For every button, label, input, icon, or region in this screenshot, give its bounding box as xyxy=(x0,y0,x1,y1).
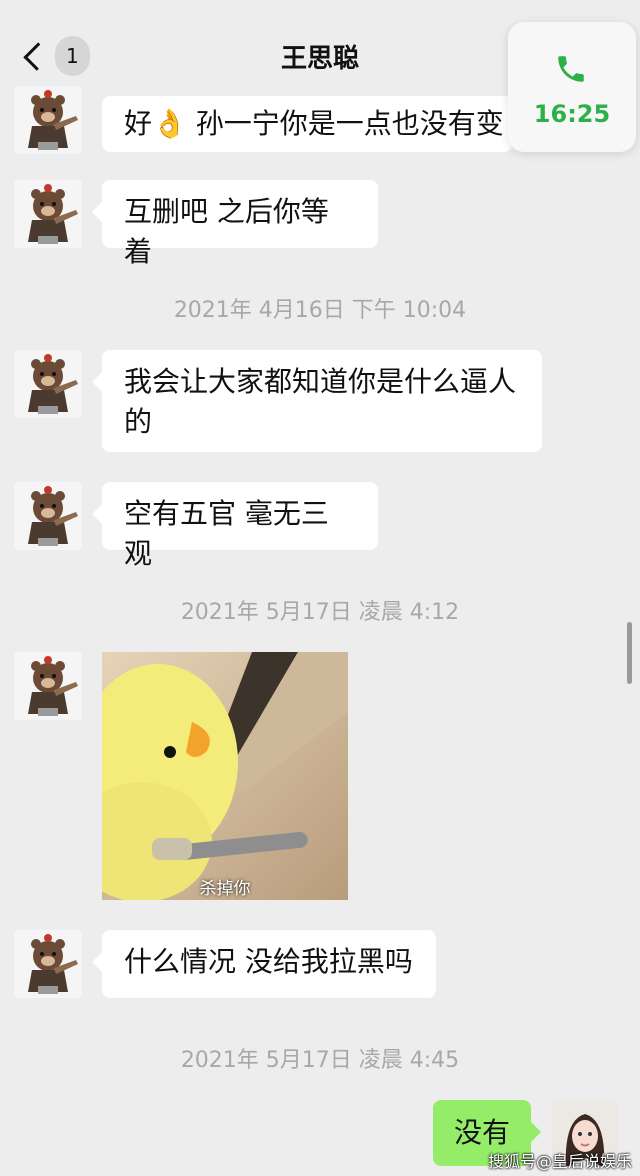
bear-avatar-icon xyxy=(14,482,82,550)
duck-with-knife-sticker xyxy=(102,652,348,900)
contact-avatar[interactable] xyxy=(14,930,82,998)
contact-avatar[interactable] xyxy=(14,482,82,550)
watermark: 搜狐号@皇后说娱乐 xyxy=(488,1152,633,1171)
message-text: 互删吧 之后你等着 xyxy=(124,195,329,268)
message-text: 什么情况 没给我拉黑吗 xyxy=(124,945,413,978)
bear-avatar-icon xyxy=(14,86,82,154)
message-timestamp: 2021年 5月17日 凌晨 4:45 xyxy=(180,1048,460,1073)
message-timestamp: 2021年 4月16日 下午 10:04 xyxy=(173,298,467,323)
message-text: 空有五官 毫无三观 xyxy=(124,497,329,570)
message-bubble[interactable]: 我会让大家都知道你是什么逼人的 xyxy=(92,350,542,452)
bear-avatar-icon xyxy=(14,350,82,418)
message-text: 我会让大家都知道你是什么逼人的 xyxy=(124,365,517,438)
scrollbar[interactable] xyxy=(627,622,632,684)
sticker-image-message[interactable]: 杀掉你 xyxy=(102,652,348,900)
contact-avatar[interactable] xyxy=(14,86,82,154)
message-text: 没有 xyxy=(453,1116,510,1149)
message-bubble[interactable]: 空有五官 毫无三观 xyxy=(92,482,378,570)
message-timestamp: 2021年 5月17日 凌晨 4:12 xyxy=(180,600,460,625)
contact-avatar[interactable] xyxy=(14,180,82,248)
message-bubble[interactable]: 互删吧 之后你等着 xyxy=(92,180,378,268)
message-bubble[interactable]: 好👌 孙一宁你是一点也没有变 xyxy=(102,96,512,152)
sticker-caption: 杀掉你 xyxy=(199,879,251,899)
call-duration: 16:25 xyxy=(533,100,611,128)
message-bubble[interactable]: 什么情况 没给我拉黑吗 xyxy=(92,930,436,998)
bear-avatar-icon xyxy=(14,930,82,998)
message-text: 好👌 孙一宁你是一点也没有变 xyxy=(124,107,504,140)
contact-avatar[interactable] xyxy=(14,350,82,418)
bear-avatar-icon xyxy=(14,652,82,720)
call-floating-window[interactable]: 16:25 xyxy=(508,22,636,152)
contact-avatar[interactable] xyxy=(14,652,82,720)
phone-icon xyxy=(558,56,584,82)
bear-avatar-icon xyxy=(14,180,82,248)
